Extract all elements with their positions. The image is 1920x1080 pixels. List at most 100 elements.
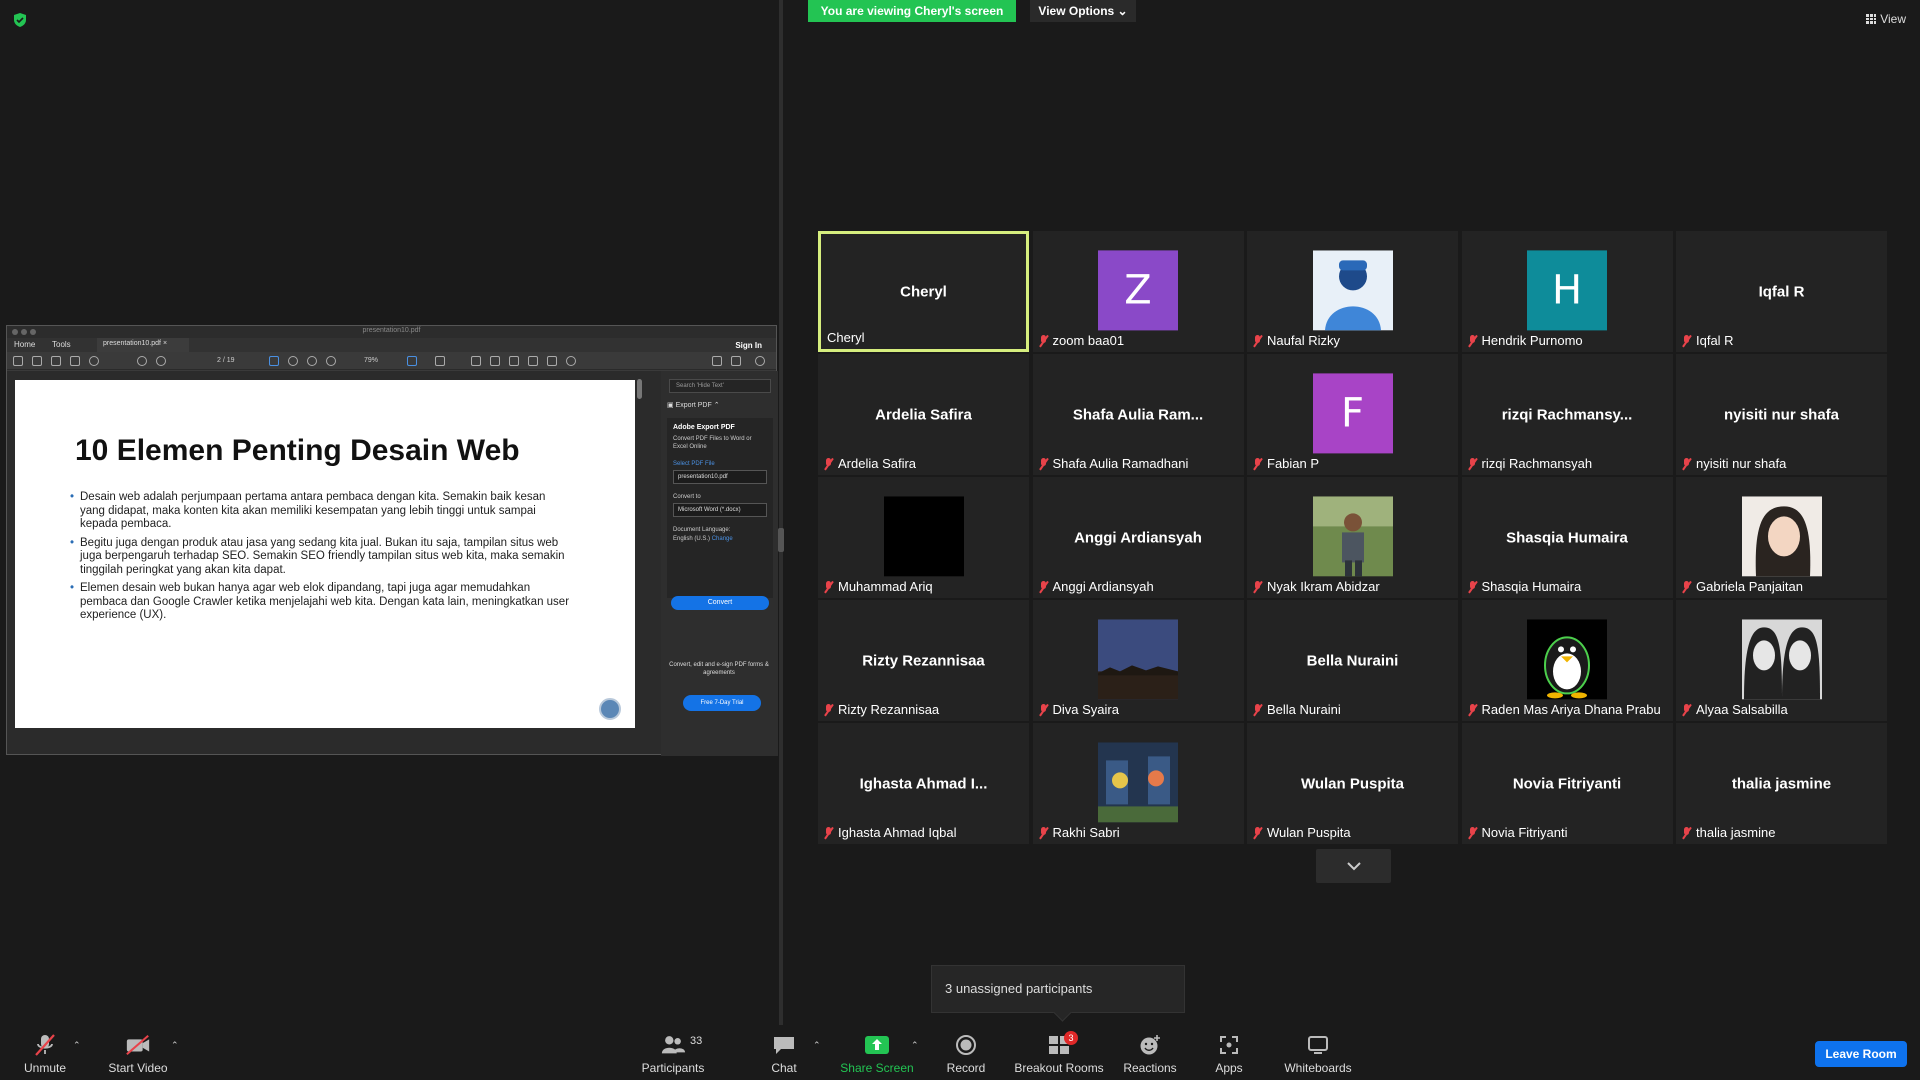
leave-room-button[interactable]: Leave Room <box>1815 1041 1907 1067</box>
share-screen-button[interactable]: Share Screen <box>838 1025 916 1080</box>
participant-tile[interactable]: Ighasta Ahmad I... Ighasta Ahmad Iqbal <box>818 723 1029 844</box>
acrobat-right-panel: Search 'Hide Text' ▣ Export PDF ⌃ Adobe … <box>661 371 778 756</box>
unmute-button[interactable]: Unmute <box>20 1025 70 1080</box>
participant-name: Naufal Rizky <box>1267 333 1340 348</box>
participant-tile[interactable]: rizqi Rachmansy... rizqi Rachmansyah <box>1461 354 1673 475</box>
participant-name: Rizty Rezannisaa <box>838 702 940 717</box>
participant-tile[interactable]: Shafa Aulia Ram... Shafa Aulia Ramadhani <box>1032 354 1244 475</box>
participant-tile[interactable]: Gabriela Panjaitan <box>1676 477 1887 598</box>
share-options-caret-icon[interactable]: ⌃ <box>911 1040 919 1051</box>
audio-options-caret-icon[interactable]: ⌃ <box>73 1040 81 1051</box>
participant-tile[interactable]: Novia Fitriyanti Novia Fitriyanti <box>1461 723 1673 844</box>
participant-tile[interactable]: Muhammad Ariq <box>818 477 1029 598</box>
participant-tile[interactable]: Raden Mas Ariya Dhana Prabu <box>1461 600 1673 721</box>
stamp-icon <box>528 356 538 366</box>
participant-display-name: Rizty Rezannisaa <box>862 652 985 669</box>
account-icon <box>755 356 765 366</box>
mic-muted-icon <box>32 1033 58 1057</box>
participant-tile[interactable]: Diva Syaira <box>1032 600 1244 721</box>
participant-display-name: Iqfal R <box>1758 283 1805 300</box>
participant-name: Shafa Aulia Ramadhani <box>1052 456 1189 471</box>
acrobat-titlebar: presentation10.pdf <box>7 326 776 338</box>
mic-muted-icon <box>1468 580 1477 593</box>
chat-button[interactable]: Chat <box>765 1025 803 1080</box>
mic-muted-icon <box>1468 703 1477 716</box>
participant-tile[interactable]: F Fabian P <box>1247 354 1458 475</box>
participant-name: Raden Mas Ariya Dhana Prabu <box>1481 702 1661 717</box>
view-options-button[interactable]: View Options ⌄ <box>1030 0 1136 22</box>
participant-display-name: thalia jasmine <box>1731 775 1832 792</box>
page-up-icon <box>137 356 147 366</box>
mic-muted-icon <box>824 457 833 470</box>
next-page-button[interactable] <box>1316 849 1391 883</box>
participant-name: Cheryl <box>827 330 865 345</box>
pdf-bullet-2: Begitu juga dengan produk atau jasa yang… <box>70 537 570 578</box>
participant-tile[interactable]: Anggi Ardiansyah Anggi Ardiansyah <box>1032 477 1244 598</box>
mic-muted-icon <box>824 580 833 593</box>
participant-name: Ighasta Ahmad Iqbal <box>838 825 957 840</box>
split-divider-handle[interactable] <box>778 528 784 552</box>
participant-tile[interactable]: H Hendrik Purnomo <box>1461 231 1673 352</box>
view-button[interactable]: View <box>1866 12 1906 26</box>
breakout-badge: 3 <box>1064 1031 1078 1045</box>
start-video-button[interactable]: Start Video <box>105 1025 171 1080</box>
acrobat-toolbar: 2 / 19 79% <box>7 352 776 370</box>
mic-muted-icon <box>1039 457 1048 470</box>
participant-name: Muhammad Ariq <box>838 579 933 594</box>
record-icon <box>953 1033 979 1057</box>
participant-name-label: Wulan Puspita <box>1253 825 1351 840</box>
participant-gallery: Cheryl Cheryl Zzoom baa01 Naufal Rizky H Hend… <box>818 231 1887 844</box>
participant-display-name: Cheryl <box>900 283 947 300</box>
participant-tile[interactable]: Ardelia Safira Ardelia Safira <box>818 354 1029 475</box>
participant-display-name: Wulan Puspita <box>1300 775 1405 792</box>
select-file-label: Select PDF File <box>673 461 715 467</box>
participant-name: nyisiti nur shafa <box>1696 456 1787 471</box>
video-options-caret-icon[interactable]: ⌃ <box>171 1040 179 1051</box>
participant-tile[interactable]: Nyak Ikram Abidzar <box>1247 477 1458 598</box>
acrobat-body: 10 Elemen Penting Desain Web Desain web … <box>7 371 778 756</box>
participant-display-name: Shasqia Humaira <box>1506 529 1628 546</box>
participant-name-label: Alyaa Salsabilla <box>1682 702 1788 717</box>
participant-tile[interactable]: nyisiti nur shafa nyisiti nur shafa <box>1676 354 1887 475</box>
reactions-button[interactable]: Reactions <box>1123 1025 1177 1080</box>
export-pdf-header: ▣ Export PDF ⌃ <box>667 402 720 409</box>
participant-tile[interactable]: thalia jasmine thalia jasmine <box>1676 723 1887 844</box>
apps-button[interactable]: Apps <box>1210 1025 1248 1080</box>
participant-name: Fabian P <box>1267 456 1320 471</box>
record-button[interactable]: Record <box>945 1025 987 1080</box>
participant-photo <box>1098 618 1178 699</box>
draw-icon <box>509 356 519 366</box>
tab-document: presentation10.pdf × <box>97 338 189 352</box>
participant-tile[interactable]: Cheryl Cheryl <box>818 231 1029 352</box>
participant-tile[interactable]: Shasqia Humaira Shasqia Humaira <box>1461 477 1673 598</box>
reactions-label: Reactions <box>1123 1061 1177 1075</box>
mic-muted-icon <box>1253 334 1262 347</box>
security-shield-icon[interactable] <box>12 12 28 28</box>
participant-name: Gabriela Panjaitan <box>1696 579 1803 594</box>
participants-button[interactable]: 33 Participants <box>640 1025 706 1080</box>
participant-name-label: zoom baa01 <box>1039 333 1124 348</box>
participant-tile[interactable]: Naufal Rizky <box>1247 231 1458 352</box>
participant-tile[interactable]: Rakhi Sabri <box>1032 723 1244 844</box>
zoom-meeting-window: presentation10.pdf Home Tools presentati… <box>0 0 1920 1080</box>
breakout-rooms-button[interactable]: 3 Breakout Rooms <box>1013 1025 1105 1080</box>
participant-tile[interactable]: Bella Nuraini Bella Nuraini <box>1247 600 1458 721</box>
participant-tile[interactable]: Zzoom baa01 <box>1032 231 1244 352</box>
unassigned-participants-tooltip: 3 unassigned participants <box>931 965 1185 1013</box>
participant-tile[interactable]: Iqfal R Iqfal R <box>1676 231 1887 352</box>
participant-display-name: Anggi Ardiansyah <box>1074 529 1202 546</box>
doc-language-label: Document Language: <box>673 527 731 533</box>
participant-tile[interactable]: Alyaa Salsabilla <box>1676 600 1887 721</box>
participant-name-label: Raden Mas Ariya Dhana Prabu <box>1468 702 1661 717</box>
save-icon <box>13 356 23 366</box>
participant-tile[interactable]: Rizty Rezannisaa Rizty Rezannisaa <box>818 600 1029 721</box>
select-tool-icon <box>269 356 279 366</box>
mic-muted-icon <box>1253 457 1262 470</box>
mic-muted-icon <box>1253 826 1262 839</box>
mic-muted-icon <box>1253 703 1262 716</box>
whiteboards-button[interactable]: Whiteboards <box>1282 1025 1354 1080</box>
tab-tools: Tools <box>52 340 71 349</box>
participant-tile[interactable]: Wulan Puspita Wulan Puspita <box>1247 723 1458 844</box>
participant-name: Novia Fitriyanti <box>1481 825 1568 840</box>
chat-options-caret-icon[interactable]: ⌃ <box>813 1040 821 1051</box>
